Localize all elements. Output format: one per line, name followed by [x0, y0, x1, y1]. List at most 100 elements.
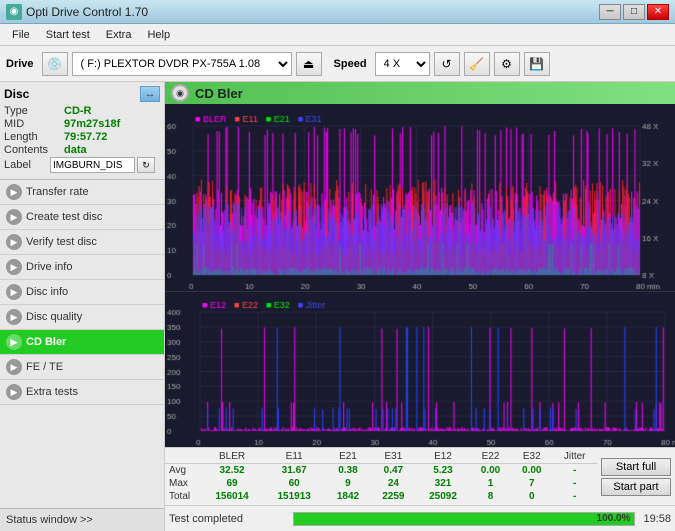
nav-transfer-rate[interactable]: ▶ Transfer rate	[0, 180, 164, 205]
col-header-e12: E12	[416, 450, 470, 464]
maximize-button[interactable]: □	[623, 4, 645, 20]
nav-disc-quality[interactable]: ▶ Disc quality	[0, 305, 164, 330]
total-e31: 2259	[371, 490, 416, 503]
total-e32: 0	[511, 490, 552, 503]
nav-fe-te[interactable]: ▶ FE / TE	[0, 355, 164, 380]
bler-disc-icon: ◉	[171, 84, 189, 102]
status-window-button[interactable]: Status window >>	[0, 508, 164, 531]
stats-table-wrapper: BLER E11 E21 E31 E12 E22 E32 Jitter Avg	[165, 447, 675, 505]
speed-select[interactable]: 4 X 1 X 2 X 8 X Max	[375, 52, 430, 76]
max-label: Max	[165, 477, 201, 490]
menu-start-test[interactable]: Start test	[38, 27, 98, 43]
settings-button[interactable]: ⚙	[494, 52, 520, 76]
top-chart	[165, 104, 675, 292]
minimize-button[interactable]: ─	[599, 4, 621, 20]
create-test-disc-icon: ▶	[6, 209, 22, 225]
mid-value: 97m27s18f	[64, 118, 120, 130]
length-value: 79:57.72	[64, 131, 107, 143]
bler-title: CD Bler	[195, 86, 243, 101]
transfer-rate-icon: ▶	[6, 184, 22, 200]
total-label: Total	[165, 490, 201, 503]
col-header-empty	[165, 450, 201, 464]
menu-bar: File Start test Extra Help	[0, 24, 675, 46]
app-title: Opti Drive Control 1.70	[26, 5, 148, 19]
speed-label: Speed	[334, 58, 367, 70]
nav-create-test-disc-label: Create test disc	[26, 211, 102, 223]
charts-area	[165, 104, 675, 447]
total-e21: 1842	[325, 490, 370, 503]
col-header-jitter: Jitter	[552, 450, 597, 464]
nav-drive-info[interactable]: ▶ Drive info	[0, 255, 164, 280]
max-e31: 24	[371, 477, 416, 490]
nav-create-test-disc[interactable]: ▶ Create test disc	[0, 205, 164, 230]
stats-avg-row: Avg 32.52 31.67 0.38 0.47 5.23 0.00 0.00…	[165, 464, 597, 478]
max-jitter: -	[552, 477, 597, 490]
avg-e31: 0.47	[371, 464, 416, 478]
nav-verify-test-disc[interactable]: ▶ Verify test disc	[0, 230, 164, 255]
top-chart-canvas	[165, 104, 675, 291]
stats-table: BLER E11 E21 E31 E12 E22 E32 Jitter Avg	[165, 450, 597, 503]
bottom-chart-canvas	[165, 292, 675, 447]
col-header-bler: BLER	[201, 450, 263, 464]
nav-disc-quality-label: Disc quality	[26, 311, 82, 323]
progress-text: 100.0%	[597, 513, 631, 525]
max-e11: 60	[263, 477, 325, 490]
sidebar-nav: ▶ Transfer rate ▶ Create test disc ▶ Ver…	[0, 180, 164, 508]
start-full-button[interactable]: Start full	[601, 458, 671, 476]
status-window-label: Status window >>	[6, 514, 93, 526]
time-text: 19:58	[643, 513, 671, 525]
close-button[interactable]: ✕	[647, 4, 669, 20]
menu-help[interactable]: Help	[139, 27, 178, 43]
start-part-button[interactable]: Start part	[601, 478, 671, 496]
extra-tests-icon: ▶	[6, 384, 22, 400]
nav-cd-bler[interactable]: ▶ CD Bler	[0, 330, 164, 355]
nav-drive-info-label: Drive info	[26, 261, 72, 273]
disc-info-icon: ▶	[6, 284, 22, 300]
avg-jitter: -	[552, 464, 597, 478]
nav-fe-te-label: FE / TE	[26, 361, 63, 373]
refresh-button[interactable]: ↺	[434, 52, 460, 76]
max-bler: 69	[201, 477, 263, 490]
menu-file[interactable]: File	[4, 27, 38, 43]
content-area: ◉ CD Bler BLER E11	[165, 82, 675, 531]
label-key: Label	[4, 159, 48, 171]
avg-e32: 0.00	[511, 464, 552, 478]
eject-button[interactable]: ⏏	[296, 52, 322, 76]
max-e22: 1	[470, 477, 511, 490]
drive-select[interactable]: ( F:) PLEXTOR DVDR PX-755A 1.08	[72, 52, 292, 76]
col-header-e21: E21	[325, 450, 370, 464]
contents-value: data	[64, 144, 87, 156]
nav-verify-test-disc-label: Verify test disc	[26, 236, 97, 248]
col-header-e31: E31	[371, 450, 416, 464]
nav-disc-info-label: Disc info	[26, 286, 68, 298]
window-controls: ─ □ ✕	[599, 4, 669, 20]
progress-bar-container: 100.0%	[293, 512, 635, 526]
max-e12: 321	[416, 477, 470, 490]
label-refresh-icon[interactable]: ↻	[137, 157, 155, 173]
erase-button[interactable]: 🧹	[464, 52, 490, 76]
stats-total-row: Total 156014 151913 1842 2259 25092 8 0 …	[165, 490, 597, 503]
nav-disc-info[interactable]: ▶ Disc info	[0, 280, 164, 305]
label-input[interactable]	[50, 157, 135, 173]
drive-icon-btn[interactable]: 💿	[42, 52, 68, 76]
avg-e11: 31.67	[263, 464, 325, 478]
avg-e22: 0.00	[470, 464, 511, 478]
nav-extra-tests[interactable]: ▶ Extra tests	[0, 380, 164, 405]
save-button[interactable]: 💾	[524, 52, 550, 76]
title-bar: ◉ Opti Drive Control 1.70 ─ □ ✕	[0, 0, 675, 24]
col-header-e11: E11	[263, 450, 325, 464]
avg-label: Avg	[165, 464, 201, 478]
max-e21: 9	[325, 477, 370, 490]
bottom-chart	[165, 292, 675, 447]
disc-quality-icon: ▶	[6, 309, 22, 325]
cd-bler-icon: ▶	[6, 334, 22, 350]
nav-transfer-rate-label: Transfer rate	[26, 186, 89, 198]
disc-panel: Disc ↔ Type CD-R MID 97m27s18f Length 79…	[0, 82, 164, 180]
total-e12: 25092	[416, 490, 470, 503]
menu-extra[interactable]: Extra	[98, 27, 140, 43]
contents-label: Contents	[4, 144, 64, 156]
disc-refresh-button[interactable]: ↔	[140, 86, 160, 102]
avg-e21: 0.38	[325, 464, 370, 478]
type-label: Type	[4, 105, 64, 117]
total-bler: 156014	[201, 490, 263, 503]
